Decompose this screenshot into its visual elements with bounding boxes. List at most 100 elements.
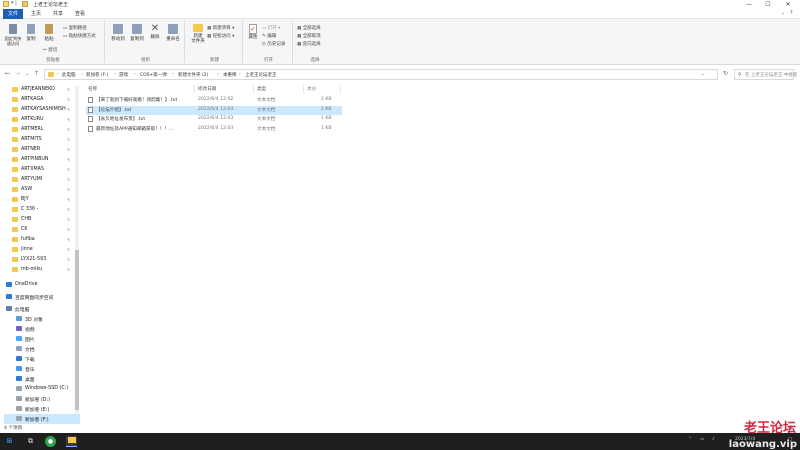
nav-item-onedrive[interactable]: OneDrive <box>0 280 70 290</box>
nav-pc-item[interactable]: 音乐 <box>4 364 80 374</box>
copy-button[interactable]: 复制 <box>25 24 37 42</box>
crumb-cos[interactable]: COS+第一弹 <box>140 72 167 78</box>
breadcrumb[interactable]: › 此电脑 › 新加卷 (F:) › 游戏 › COS+第一弹 › 新建文件夹 … <box>44 69 718 80</box>
start-button[interactable]: ⊞ <box>4 436 15 447</box>
refresh-button[interactable]: ↻ <box>721 69 730 79</box>
column-type[interactable]: 类型 <box>257 86 266 92</box>
column-name[interactable]: 名称 <box>88 86 97 92</box>
nav-pinned-folder[interactable]: CHB ✎ <box>0 215 76 225</box>
tab-file[interactable]: 文件 <box>3 9 23 19</box>
volume-icon[interactable]: ♪ <box>712 437 715 442</box>
address-dropdown-icon[interactable]: ⌄ <box>701 72 705 77</box>
crumb-current[interactable]: 上老王论坛老王 <box>245 72 277 78</box>
nav-pc-item[interactable]: 下载 <box>4 354 80 364</box>
task-view-icon[interactable]: ⧉ <box>25 436 36 447</box>
nav-pinned-folder[interactable]: ARTMERL ✎ <box>0 125 76 135</box>
nav-pinned-folder[interactable]: ARTKAYSASHIMISH ✎ <box>0 105 76 115</box>
search-input[interactable]: ⚲ 在 上老王论坛老王 中搜索 <box>734 69 797 80</box>
tray-overflow-icon[interactable]: ⌃ <box>688 437 692 442</box>
nav-pc-item[interactable]: 新加卷 (F:) <box>4 414 80 424</box>
pin-quick-access-button[interactable]: 固定到快速访问 <box>4 24 22 46</box>
nav-pinned-folder[interactable]: ARTKAGA ✎ <box>0 95 76 105</box>
column-divider[interactable] <box>303 85 304 93</box>
nav-scrollbar-thumb[interactable] <box>75 250 79 410</box>
column-size[interactable]: 大小 <box>307 86 316 92</box>
nav-pinned-folder[interactable]: ARTNER ✎ <box>0 145 76 155</box>
expand-ribbon-icon[interactable]: ⌄ <box>781 10 785 16</box>
nav-pinned-folder[interactable]: ARTPINBUN ✎ <box>0 155 76 165</box>
column-divider[interactable] <box>194 85 195 93</box>
nav-pinned-folder[interactable]: mb-miku ✎ <box>0 265 76 275</box>
quick-access-down-icon[interactable]: ▾ | <box>11 0 17 6</box>
nav-pc-item[interactable]: 3D 对象 <box>4 314 80 324</box>
up-button[interactable]: ↑ <box>32 69 41 79</box>
close-button[interactable]: ✕ <box>781 0 795 9</box>
rename-button[interactable]: 重命名 <box>165 24 181 42</box>
move-to-button[interactable]: 移动到 <box>110 24 126 42</box>
nav-pinned-folder[interactable]: ARTXMAS ✎ <box>0 165 76 175</box>
cut-button[interactable]: ✂ 剪切 <box>43 47 57 53</box>
file-row[interactable]: 【论坛介绍】.txt 2022/6/4 12:03 文本文档 2 KB <box>86 105 342 115</box>
file-row[interactable]: 【永久地址发布页】.txt 2022/6/4 12:03 文本文档 1 KB <box>86 115 342 124</box>
new-item-button[interactable]: ▦ 新建项目 ▾ <box>207 25 234 31</box>
tab-share[interactable]: 共享 <box>48 9 68 19</box>
network-icon[interactable]: ▭ <box>700 437 704 442</box>
crumb-drive-f[interactable]: 新加卷 (F:) <box>86 72 108 78</box>
paste-shortcut-button[interactable]: ▭ 粘贴快捷方式 <box>63 33 96 39</box>
nav-pc-item[interactable]: 文档 <box>4 344 80 354</box>
select-none-button[interactable]: ▦ 全部取消 <box>297 33 321 39</box>
forward-button[interactable]: → <box>13 69 22 79</box>
nav-pinned-folder[interactable]: BJY ✎ <box>0 195 76 205</box>
history-button[interactable]: ◷ 历史记录 <box>262 41 285 47</box>
nav-pinned-folder[interactable]: ARTKURU ✎ <box>0 115 76 125</box>
tab-view[interactable]: 查看 <box>70 9 90 19</box>
nav-pinned-folder[interactable]: ARTYUMI ✎ <box>0 175 76 185</box>
properties-button[interactable]: ✓ 属性 <box>247 24 259 40</box>
nav-pc-item[interactable]: 新加卷 (D:) <box>4 394 80 404</box>
delete-button[interactable]: ✕ 删除 <box>148 24 162 41</box>
nav-item-this-pc[interactable]: 此电脑 <box>0 304 70 314</box>
nav-pc-item[interactable]: 视频 <box>4 324 80 334</box>
edit-button[interactable]: ✎ 编辑 <box>262 33 276 39</box>
easy-access-button[interactable]: ▦ 轻松访问 ▾ <box>207 33 234 39</box>
nav-pinned-folder[interactable]: fufiba ✎ <box>0 235 76 245</box>
open-button[interactable]: ▭ 打开 ▾ <box>262 25 280 31</box>
maximize-button[interactable]: ☐ <box>761 0 775 9</box>
copy-path-button[interactable]: ▭ 复制路径 <box>63 25 87 31</box>
nav-pc-item[interactable]: Windows-SSD (C:) <box>4 384 80 394</box>
file-explorer-taskbar-icon[interactable] <box>66 436 77 447</box>
help-icon[interactable]: ? <box>790 10 793 16</box>
copy-to-button[interactable]: 复制到 <box>129 24 145 42</box>
nav-pinned-folder[interactable]: ASW ✎ <box>0 185 76 195</box>
nav-pc-item[interactable]: 桌面 <box>4 374 80 384</box>
invert-selection-button[interactable]: ▦ 反向选择 <box>297 41 321 47</box>
quick-access-folder-icon[interactable] <box>3 1 9 7</box>
file-row[interactable]: 最新地址及APP通知邮箱获取！！！... 2022/6/4 12:03 文本文档 1 … <box>86 125 342 134</box>
nav-pinned-folder[interactable]: ARTMITS ✎ <box>0 135 76 145</box>
paste-button[interactable]: 粘贴 <box>43 24 55 42</box>
crumb-new-folder-2[interactable]: 新建文件夹 (2) <box>178 72 208 78</box>
column-divider[interactable] <box>253 85 254 93</box>
nav-pc-item[interactable]: 图片 <box>4 334 80 344</box>
new-folder-button[interactable]: 新建 文件夹 <box>190 24 206 44</box>
select-all-button[interactable]: ▦ 全部选择 <box>297 25 321 31</box>
back-button[interactable]: ← <box>3 69 12 79</box>
nav-pinned-folder[interactable]: LYX21-593 ✎ <box>0 255 76 265</box>
tab-home[interactable]: 主页 <box>26 9 46 19</box>
nav-pinned-folder[interactable]: jinne ✎ <box>0 245 76 255</box>
nav-pinned-folder[interactable]: ARTJEANNEKO ✎ <box>0 85 76 95</box>
file-row[interactable]: 【来了就别下载好观看！诗韵集！】.txt 2022/6/4 12:02 文本文档 2 … <box>86 96 342 105</box>
crumb-games[interactable]: 游戏 <box>119 72 128 78</box>
file-name: 最新地址及APP通知邮箱获取！！！... <box>96 126 174 132</box>
crumb-this-pc[interactable]: 此电脑 <box>62 72 76 78</box>
minimize-button[interactable]: — <box>742 0 756 9</box>
nav-item-baidu-sync[interactable]: 百度网盘同步空间 <box>0 292 70 302</box>
crumb-benzhongxi[interactable]: 本重稀 <box>223 72 237 78</box>
nav-pinned-folder[interactable]: C 336 - ✎ <box>0 205 76 215</box>
column-date[interactable]: 修改日期 <box>198 86 216 92</box>
nav-pc-item[interactable]: 新加卷 (E:) <box>4 404 80 414</box>
recent-locations-button[interactable]: ⌄ <box>23 69 32 79</box>
column-divider[interactable] <box>340 85 341 93</box>
app-icon[interactable]: ● <box>45 436 56 447</box>
nav-pinned-folder[interactable]: CK ✎ <box>0 225 76 235</box>
